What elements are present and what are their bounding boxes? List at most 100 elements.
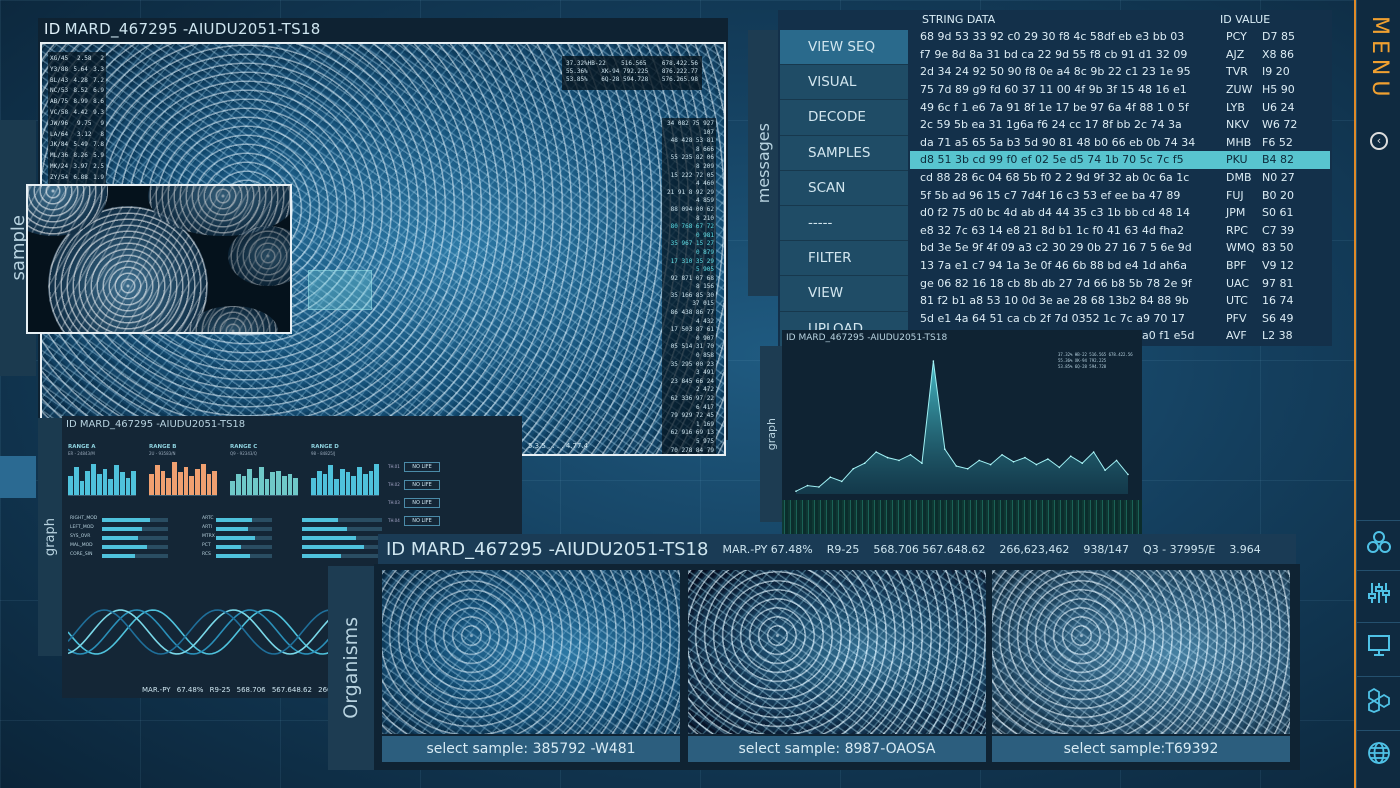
sliders-icon[interactable] xyxy=(1357,570,1400,614)
table-cell: PFV xyxy=(1226,311,1247,325)
organism-image[interactable] xyxy=(382,570,680,734)
sample-title: ID MARD_467295 -AIUDU2051-TS18 xyxy=(44,20,321,38)
organism-image[interactable] xyxy=(992,570,1290,734)
table-cell: AB/75 xyxy=(50,98,69,106)
table-row[interactable]: bd 3e 5e 9f 4f 09 a3 c2 30 29 0b 27 16 7… xyxy=(910,239,1330,257)
range-bar xyxy=(362,474,368,495)
organisms-tab[interactable]: Organisms xyxy=(328,566,374,770)
monitor-icon[interactable] xyxy=(1357,622,1400,666)
menu-item[interactable]: VIEW xyxy=(780,276,908,312)
number-row: 92 871 07 68 8 156 xyxy=(670,274,714,291)
range-bar xyxy=(119,472,125,495)
organism-image[interactable] xyxy=(688,570,986,734)
menu-item[interactable]: ----- xyxy=(780,205,908,242)
number-row: 62 916 69 13 5 975 xyxy=(670,429,714,445)
table-row[interactable]: 13 7a e1 c7 94 1a 3e 0f 46 6b 88 bd e4 1… xyxy=(910,257,1330,275)
chevron-left-icon[interactable]: ‹ xyxy=(1370,132,1388,150)
table-row[interactable]: 68 9d 53 33 92 c0 29 30 f8 4c 58df eb e3… xyxy=(910,28,1330,46)
dashboard-title: ID MARD_467295 -AIUDU2051-TS18 xyxy=(66,419,246,430)
table-cell: I9 20 xyxy=(1262,65,1290,79)
table-row: XG/45 2.58 2 xyxy=(50,54,104,65)
table-cell: 4.28 xyxy=(73,76,88,84)
network-hex-icon[interactable] xyxy=(1357,676,1400,720)
table-row[interactable]: d8 51 3b cd 99 f0 ef 02 5e d5 74 1b 70 5… xyxy=(910,151,1330,169)
select-sample-button[interactable]: select sample: 8987-OAOSA xyxy=(688,736,986,762)
table-row[interactable]: cd 88 28 6c 04 68 5b f0 2 2 9d 9f 32 ab … xyxy=(910,169,1330,187)
table-row[interactable]: 5f 5b ad 96 15 c7 7d4f 16 c3 53 ef ee ba… xyxy=(910,186,1330,204)
organisms-id-title: ID MARD_467295 -AIUDU2051-TS18 xyxy=(386,538,709,560)
range-bar xyxy=(96,474,102,495)
range-bar xyxy=(160,470,166,495)
data-point xyxy=(806,484,809,487)
menu-item[interactable]: SCAN xyxy=(780,170,908,206)
table-row[interactable]: 5d e1 4a 64 51 ca cb 2f 7d 0352 1c 7c a9… xyxy=(910,310,1330,328)
table-row[interactable]: 2c 59 5b ea 31 1g6a f6 24 cc 17 8f bb 2c… xyxy=(910,116,1330,134)
table-row[interactable]: 49 6c f 1 e6 7a 91 8f 1e 17 be 97 6a 4f … xyxy=(910,98,1330,116)
area-chart[interactable] xyxy=(782,330,1142,500)
menu-item[interactable]: DECODE xyxy=(780,100,908,136)
stat-item: 266,623,462 xyxy=(999,542,1070,556)
data-point xyxy=(1069,455,1072,457)
hexagons-icon[interactable] xyxy=(1357,520,1400,564)
range-bar xyxy=(183,467,189,495)
table-cell: X8 86 xyxy=(1262,47,1295,61)
range-bar-chart xyxy=(68,460,136,496)
meter-bar xyxy=(102,527,168,531)
table-row[interactable]: e8 32 7c 63 14 e8 21 8d b1 1c f0 41 63 4… xyxy=(910,222,1330,240)
menu-item[interactable]: VISUAL xyxy=(780,65,908,101)
select-sample-button[interactable]: select sample: 385792 -W481 xyxy=(382,736,680,762)
status-button[interactable]: NO LIFE xyxy=(404,480,440,490)
range-bar xyxy=(108,479,113,495)
meter-bar xyxy=(302,518,382,522)
status-button[interactable]: NO LIFE xyxy=(404,516,440,526)
number-row: 70 278 84 79 9 445 xyxy=(670,446,714,454)
table-cell: 5.49 xyxy=(73,141,88,149)
number-row: 80 768 67 72 0 981 xyxy=(670,223,714,239)
table-cell: 9 xyxy=(100,119,104,127)
table-row[interactable]: ge 06 82 16 18 cb 8b db 27 7d 66 b8 5b 7… xyxy=(910,274,1330,292)
data-point xyxy=(1115,459,1118,462)
table-row[interactable]: 75 7d 89 g9 fd 60 37 11 00 4f 9b 3f 15 4… xyxy=(910,81,1330,99)
table-row: VC/58 4.42 9.3 xyxy=(50,108,104,119)
table-cell: N0 27 xyxy=(1262,171,1295,185)
meter-bar xyxy=(102,518,168,522)
graph-tab-right[interactable]: graph xyxy=(760,346,782,522)
stat-item: 3.964 xyxy=(1229,542,1261,556)
sample-info-box: 37.32%HB-22 516.565 678.422.56 55.36% XK-94 … xyxy=(562,56,702,90)
select-sample-button[interactable]: select sample:T69392 xyxy=(992,736,1290,762)
table-cell: 3.97 xyxy=(73,162,88,170)
messages-tab[interactable]: messages xyxy=(748,30,778,296)
range-bar xyxy=(73,467,79,495)
table-row[interactable]: 81 f2 b1 a8 53 10 0d 3e ae 28 68 13b2 84… xyxy=(910,292,1330,310)
menu-item[interactable]: SAMPLES xyxy=(780,135,908,171)
menu-item[interactable]: VIEW SEQ xyxy=(780,30,908,66)
zoom-inset[interactable] xyxy=(26,184,292,334)
globe-icon[interactable] xyxy=(1357,730,1400,774)
series-area xyxy=(796,361,1128,494)
table-cell: 5.9 xyxy=(93,152,104,160)
range-bar xyxy=(334,479,339,495)
table-row: JW/96 9.75 9 xyxy=(50,119,104,130)
zoom-region-marker[interactable] xyxy=(308,270,372,310)
status-button[interactable]: NO LIFE xyxy=(404,498,440,508)
table-row: BL/43 4.28 7.2 xyxy=(50,76,104,87)
number-row: 05 514 31 70 0 858 xyxy=(670,343,714,360)
table-row[interactable]: da 71 a5 65 5a b3 5d 90 81 48 b0 66 eb 0… xyxy=(910,134,1330,152)
table-row[interactable]: d0 f2 75 d0 bc 4d ab d4 44 35 c3 1b bb c… xyxy=(910,204,1330,222)
range-bar xyxy=(316,470,322,495)
table-row: NC/53 8.52 6.9 xyxy=(50,86,104,97)
menu-item[interactable]: FILTER xyxy=(780,241,908,277)
data-point xyxy=(955,465,958,467)
table-row[interactable]: 2d 34 24 92 50 90 f8 0e a4 8c 9b 22 c1 2… xyxy=(910,63,1330,81)
status-button[interactable]: NO LIFE xyxy=(404,462,440,472)
data-point xyxy=(932,360,935,362)
range-bar xyxy=(230,481,235,495)
graph-tab-left[interactable]: graph xyxy=(38,418,62,656)
table-row[interactable]: f7 9e 8d 8a 31 bd ca 22 9d 55 f8 cb 91 d… xyxy=(910,46,1330,64)
range-bar xyxy=(125,477,131,495)
menu-label[interactable]: MENU xyxy=(1367,16,1392,101)
table-cell: BL/43 xyxy=(50,76,69,84)
range-bar xyxy=(235,474,241,495)
table-cell: LA/64 xyxy=(50,130,69,138)
range-label: RANGE B xyxy=(149,444,177,450)
